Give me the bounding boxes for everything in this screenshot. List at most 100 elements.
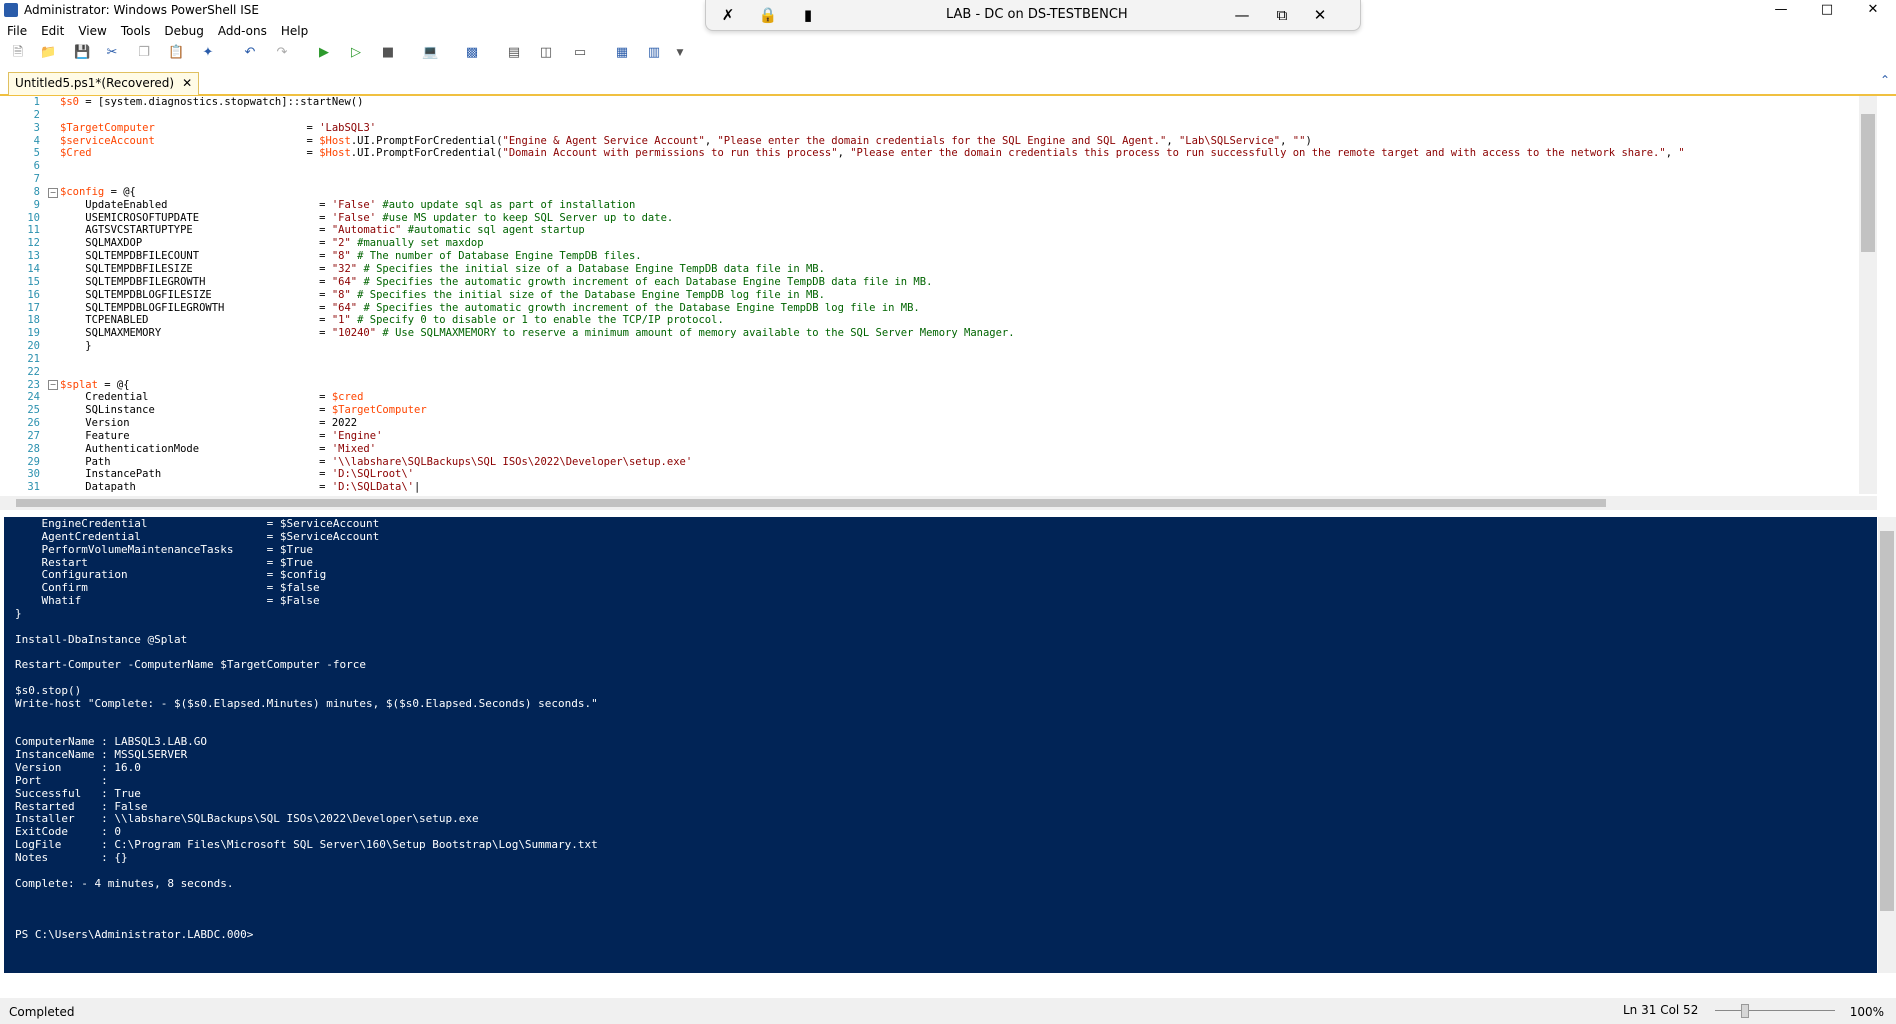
code-line[interactable]: }: [60, 340, 1685, 353]
code-line[interactable]: TCPENABLED = "1" # Specify 0 to disable …: [60, 314, 1685, 327]
console-line: }: [15, 606, 22, 620]
remote-powershell-icon[interactable]: 💻: [422, 45, 438, 61]
open-folder-icon[interactable]: 📁: [40, 45, 56, 61]
redo-icon[interactable]: ↷: [274, 45, 290, 61]
save-icon[interactable]: 💾: [74, 45, 90, 61]
code-line[interactable]: $splat = @{: [60, 379, 1685, 392]
menu-view[interactable]: View: [71, 22, 113, 42]
close-button[interactable]: ✕: [1850, 0, 1896, 22]
cut-icon[interactable]: ✂: [104, 45, 120, 61]
unpin-icon[interactable]: ✗: [718, 5, 738, 25]
code-line[interactable]: $Cred = $Host.UI.PromptForCredential("Do…: [60, 147, 1685, 160]
new-file-icon[interactable]: 🗎: [10, 45, 26, 61]
rdp-minimize-button[interactable]: —: [1232, 5, 1252, 25]
code-line[interactable]: [60, 109, 1685, 122]
line-number: 4: [33, 134, 40, 147]
line-number: 19: [27, 327, 40, 340]
code-line[interactable]: [60, 366, 1685, 379]
line-number: 31: [27, 481, 40, 494]
toolbar: 🗎 📁 💾 ✂ ❐ 📋 ✦ ↶ ↷ ▶ ▷ ■ 💻 ▩ ▤ ◫ ▭ ▦ ▥ ▼: [0, 42, 1896, 66]
editor-scroll-thumb[interactable]: [1861, 114, 1875, 252]
code-line[interactable]: Feature = 'Engine': [60, 430, 1685, 443]
run-selection-icon[interactable]: ▷: [348, 45, 364, 61]
code-line[interactable]: AGTSVCSTARTUPTYPE = "Automatic" #automat…: [60, 224, 1685, 237]
clear-console-icon[interactable]: ✦: [200, 45, 216, 61]
menu-edit[interactable]: Edit: [34, 22, 71, 42]
console-line: Port :: [15, 773, 108, 787]
code-line[interactable]: SQLMAXMEMORY = "10240" # Use SQLMAXMEMOR…: [60, 327, 1685, 340]
zoom-slider[interactable]: [1715, 1004, 1835, 1018]
menu-help[interactable]: Help: [274, 22, 315, 42]
lock-icon[interactable]: 🔒: [758, 5, 778, 25]
code-line[interactable]: SQLinstance = $TargetComputer: [60, 404, 1685, 417]
powershell-console-icon[interactable]: ▩: [464, 45, 480, 61]
code-line[interactable]: SQLTEMPDBFILECOUNT = "8" # The number of…: [60, 250, 1685, 263]
tab-label: Untitled5.ps1*(Recovered): [15, 76, 175, 90]
editor-horizontal-scrollbar[interactable]: [0, 496, 1877, 510]
code-line[interactable]: UpdateEnabled = 'False' #auto update sql…: [60, 199, 1685, 212]
code-line[interactable]: $serviceAccount = $Host.UI.PromptForCred…: [60, 135, 1685, 148]
code-line[interactable]: $config = @{: [60, 186, 1685, 199]
code-line[interactable]: [60, 160, 1685, 173]
code-line[interactable]: SQLMAXDOP = "2" #manually set maxdop: [60, 237, 1685, 250]
code-line[interactable]: SQLTEMPDBLOGFILEGROWTH = "64" # Specifie…: [60, 302, 1685, 315]
console-vertical-scrollbar[interactable]: [1878, 517, 1896, 973]
command-addon-icon[interactable]: ▥: [646, 45, 662, 61]
code-line[interactable]: [60, 353, 1685, 366]
layout-right-icon[interactable]: ◫: [538, 45, 554, 61]
code-line[interactable]: SQLTEMPDBFILESIZE = "32" # Specifies the…: [60, 263, 1685, 276]
line-number: 13: [27, 250, 40, 263]
code-line[interactable]: SQLTEMPDBLOGFILESIZE = "8" # Specifies t…: [60, 289, 1685, 302]
console-line: AgentCredential = $ServiceAccount: [15, 529, 380, 543]
menu-debug[interactable]: Debug: [157, 22, 210, 42]
console-output: EngineCredential = $ServiceAccount Agent…: [4, 517, 1877, 942]
console-line: Install-DbaInstance @Splat: [15, 632, 188, 646]
editor-hscroll-thumb[interactable]: [16, 499, 1606, 507]
maximize-button[interactable]: □: [1804, 0, 1850, 22]
code-line[interactable]: SQLTEMPDBFILEGROWTH = "64" # Specifies t…: [60, 276, 1685, 289]
code-line[interactable]: USEMICROSOFTUPDATE = 'False' #use MS upd…: [60, 212, 1685, 225]
copy-icon[interactable]: ❐: [136, 45, 152, 61]
code-line[interactable]: Credential = $cred: [60, 391, 1685, 404]
menu-addons[interactable]: Add-ons: [211, 22, 274, 42]
code-line[interactable]: Version = 2022: [60, 417, 1685, 430]
code-line[interactable]: Path = '\\labshare\SQLBackups\SQL ISOs\2…: [60, 456, 1685, 469]
code-line[interactable]: InstancePath = 'D:\SQLroot\': [60, 468, 1685, 481]
editor-vertical-scrollbar[interactable]: [1859, 96, 1877, 494]
toolbar-overflow-icon[interactable]: ▼: [672, 45, 688, 61]
script-editor[interactable]: 1 2 3 4 5 6 7 8 9 10 11 12 13 14 15 16 17 18 19 20 21 22 23 24 2…: [0, 96, 1877, 496]
fold-toggle-icon[interactable]: −: [48, 188, 58, 198]
code-line[interactable]: AuthenticationMode = 'Mixed': [60, 443, 1685, 456]
signal-icon[interactable]: ▮: [798, 5, 818, 25]
code-line[interactable]: $TargetComputer = 'LabSQL3': [60, 122, 1685, 135]
fold-toggle-icon[interactable]: −: [48, 380, 58, 390]
run-script-icon[interactable]: ▶: [316, 45, 332, 61]
console-scroll-thumb[interactable]: [1880, 531, 1894, 911]
menu-tools[interactable]: Tools: [114, 22, 158, 42]
layout-top-icon[interactable]: ▤: [506, 45, 522, 61]
code-line[interactable]: $s0 = [system.diagnostics.stopwatch]::st…: [60, 96, 1685, 109]
stop-icon[interactable]: ■: [380, 45, 396, 61]
show-command-icon[interactable]: ▦: [614, 45, 630, 61]
console-pane[interactable]: EngineCredential = $ServiceAccount Agent…: [4, 517, 1877, 973]
line-number: 16: [27, 288, 40, 301]
tab-untitled5[interactable]: Untitled5.ps1*(Recovered) ✕: [8, 72, 200, 95]
close-tab-icon[interactable]: ✕: [182, 76, 192, 90]
code-area[interactable]: $s0 = [system.diagnostics.stopwatch]::st…: [60, 96, 1685, 494]
status-bar: Completed Ln 31 Col 52 100%: [0, 998, 1896, 1024]
line-number: 12: [27, 237, 40, 250]
code-line[interactable]: [60, 173, 1685, 186]
code-line[interactable]: Datapath = 'D:\SQLData\'|: [60, 481, 1685, 494]
minimize-button[interactable]: —: [1758, 0, 1804, 22]
rdp-restore-button[interactable]: ⧉: [1272, 5, 1292, 25]
layout-max-icon[interactable]: ▭: [572, 45, 588, 61]
collapse-pane-icon[interactable]: ⌃: [1880, 73, 1890, 87]
paste-icon[interactable]: 📋: [168, 45, 184, 61]
console-line: $s0.stop(): [15, 683, 82, 697]
rdp-close-button[interactable]: ✕: [1310, 5, 1330, 25]
menu-file[interactable]: File: [0, 22, 34, 42]
undo-icon[interactable]: ↶: [242, 45, 258, 61]
